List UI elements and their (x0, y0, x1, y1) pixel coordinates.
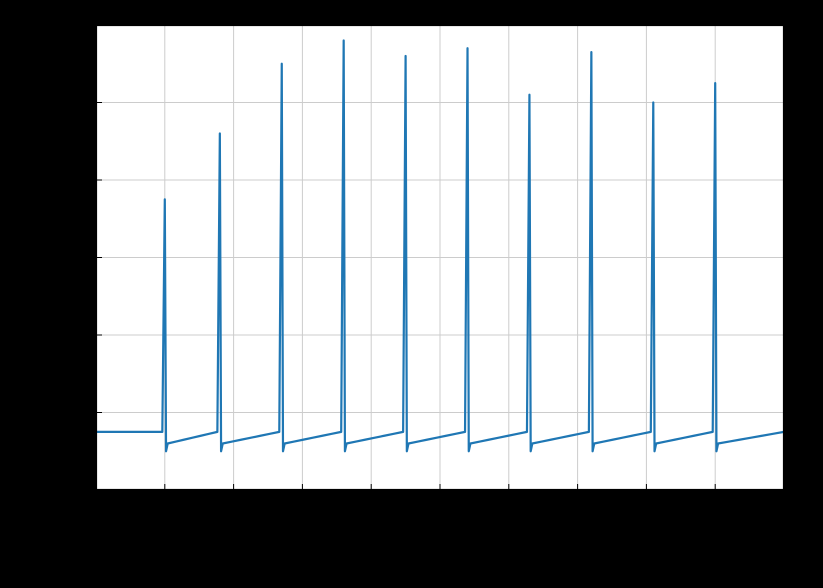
x-axis-label: Time (s) (413, 522, 467, 539)
axes (96, 25, 784, 490)
x-tick-label: 0.02 (289, 498, 316, 514)
x-tick-label: 0.03 (358, 498, 385, 514)
x-tick-label: 0.07 (633, 498, 660, 514)
figure: 0 0.01 0.02 0.03 0.04 0.05 0.06 0.07 0.08 0.09 -80… (0, 0, 823, 588)
y-tick-label: 20 (70, 95, 86, 111)
x-tick-label: 0.08 (702, 498, 729, 514)
y-tick-label: -40 (66, 327, 86, 343)
y-tick-label: -20 (66, 250, 86, 266)
x-tick-label: 0 (161, 498, 169, 514)
x-tick-label: 0.04 (426, 498, 453, 514)
y-tick-label: 0 (78, 172, 86, 188)
x-tick-label: 0.09 (770, 498, 797, 514)
x-tick-label: 0.05 (495, 498, 522, 514)
y-axis-label: Membrane Potential (mV) (26, 172, 43, 343)
plot-svg (96, 25, 784, 490)
y-tick-label: -80 (66, 482, 86, 498)
x-tick-label: 0.01 (220, 498, 247, 514)
y-tick-label: 40 (70, 17, 86, 33)
x-tick-label: 0.06 (564, 498, 591, 514)
y-tick-label: -60 (66, 405, 86, 421)
